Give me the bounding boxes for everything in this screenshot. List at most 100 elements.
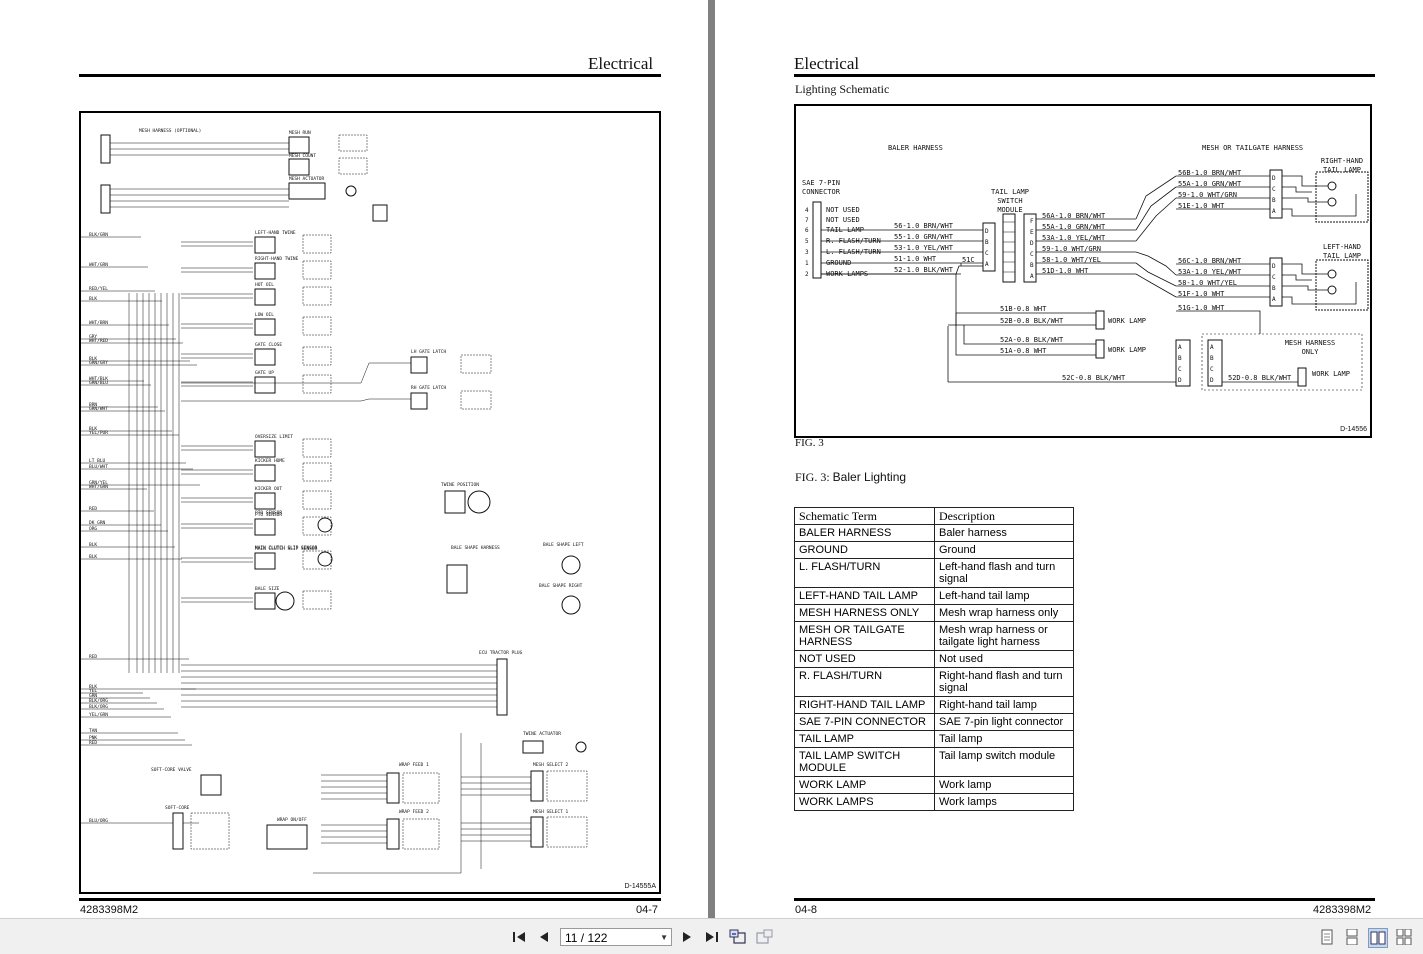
go-back-view-icon[interactable] bbox=[729, 928, 747, 946]
connector-block bbox=[254, 552, 276, 570]
column-header-term: Schematic Term bbox=[794, 507, 935, 525]
work-wire-label: 51B-0.8 WHT bbox=[1000, 305, 1047, 313]
component-label: GATE UP bbox=[255, 370, 274, 376]
term-cell: TAIL LAMP SWITCH MODULE bbox=[794, 747, 935, 777]
mesh-only-label: MESH HARNESS bbox=[1285, 339, 1336, 347]
term-cell: MESH OR TAILGATE HARNESS bbox=[794, 621, 935, 651]
table-row: GROUND Ground bbox=[794, 541, 1074, 559]
component-label: MESH SELECT 2 bbox=[533, 762, 569, 768]
lamp-pin: C bbox=[1272, 186, 1276, 193]
component-label: KICKER HOME bbox=[255, 458, 285, 464]
go-forward-view-icon[interactable] bbox=[755, 928, 773, 946]
tractor-plug-block bbox=[496, 658, 508, 716]
description-cell: Work lamps bbox=[934, 793, 1074, 811]
wire-line bbox=[1282, 274, 1312, 281]
page-number-select[interactable]: 11 / 122 ▼ bbox=[560, 928, 672, 946]
sensor-icon bbox=[467, 490, 491, 514]
connector-block bbox=[254, 288, 276, 306]
component-label: LH GATE LATCH bbox=[411, 349, 447, 355]
component-label: LEFT-HAND TWINE bbox=[255, 230, 296, 236]
module-pin: D bbox=[985, 228, 989, 235]
switch-icon bbox=[302, 234, 332, 254]
connector-block bbox=[446, 564, 468, 594]
switch-icon bbox=[302, 286, 332, 306]
term-cell: WORK LAMPS bbox=[794, 793, 935, 811]
sensor-icon bbox=[561, 555, 581, 575]
connector-block bbox=[100, 134, 111, 164]
connector-block bbox=[254, 376, 276, 394]
table-header-row: Schematic Term Description bbox=[794, 507, 1074, 525]
gear-icon bbox=[317, 551, 333, 567]
connector-block bbox=[288, 136, 310, 154]
rh-tail-lamp-box bbox=[1315, 171, 1369, 223]
lamp-pin: D bbox=[1272, 263, 1276, 270]
component-label: PTO SENSOR bbox=[255, 510, 282, 516]
component-label: BALE SHAPE HARNESS bbox=[451, 545, 500, 551]
connector-block bbox=[386, 772, 400, 804]
connector-block bbox=[522, 740, 544, 754]
connector-block bbox=[254, 464, 276, 482]
continuous-view-icon[interactable] bbox=[1343, 928, 1361, 946]
switch-icon bbox=[302, 462, 332, 482]
continuous-facing-view-icon[interactable] bbox=[1395, 928, 1413, 946]
wire-line bbox=[1135, 175, 1177, 220]
figure-caption-text: Baler Lighting bbox=[832, 470, 907, 484]
lamp-pin: D bbox=[1210, 377, 1214, 384]
pin-number: 1 bbox=[805, 260, 809, 267]
pin-number: 2 bbox=[805, 271, 809, 278]
footer-rule bbox=[794, 898, 1375, 901]
component-label: TWINE ACTUATOR bbox=[523, 731, 561, 737]
connector-block bbox=[254, 492, 276, 510]
description-cell: Work lamp bbox=[934, 776, 1074, 794]
module-output-wire: 55A-1.0 GRN/WHT bbox=[1042, 223, 1106, 231]
module-pin: D bbox=[1030, 240, 1034, 247]
switch-module-label: SWITCH bbox=[997, 197, 1022, 205]
switch-icon bbox=[302, 346, 332, 366]
schematic-terms-table: Schematic Term Description BALER HARNESS… bbox=[794, 507, 1074, 811]
sae-connector-label: SAE 7-PIN bbox=[802, 179, 840, 187]
pin-number: 3 bbox=[805, 249, 809, 256]
lh-tail-lamp-label: LEFT-HAND bbox=[1323, 243, 1361, 251]
work-wire-label: 52C-0.8 BLK/WHT bbox=[1062, 374, 1126, 382]
right-page: Electrical Lighting Schematic BALER HARN… bbox=[715, 0, 1423, 918]
table-row: TAIL LAMP SWITCH MODULE Tail lamp switch … bbox=[794, 747, 1074, 777]
table-row: NOT USED Not used bbox=[794, 650, 1074, 668]
prev-page-icon[interactable] bbox=[535, 928, 553, 946]
work-lamp-connector bbox=[1095, 339, 1105, 359]
table-row: SAE 7-PIN CONNECTOR SAE 7-pin light conne… bbox=[794, 713, 1074, 731]
footer-doc-number: 4283398M2 bbox=[1313, 904, 1372, 916]
viewer-toolbar: 11 / 122 ▼ bbox=[0, 918, 1423, 954]
connector-block bbox=[254, 262, 276, 280]
next-page-icon[interactable] bbox=[678, 928, 696, 946]
component-label: BALE SHAPE LEFT bbox=[543, 542, 584, 548]
pin-label: NOT USED bbox=[826, 216, 860, 224]
wire-line bbox=[1282, 186, 1312, 193]
switch-icon bbox=[302, 490, 332, 510]
component-label: RIGHT-HAND TWINE bbox=[255, 256, 299, 262]
connector-block bbox=[410, 392, 428, 410]
connector-block bbox=[254, 440, 276, 458]
component-label: LOW OIL bbox=[255, 312, 274, 318]
switch-icon bbox=[302, 590, 332, 610]
last-page-icon[interactable] bbox=[703, 928, 721, 946]
sae-wire-label: 52-1.0 BLK/WHT bbox=[894, 266, 954, 274]
switch-icon bbox=[338, 134, 368, 152]
lh-wire-label: 51F-1.0 WHT bbox=[1178, 290, 1225, 298]
table-row: MESH HARNESS ONLY Mesh wrap harness only bbox=[794, 604, 1074, 622]
lh-tail-lamp-label: TAIL LAMP bbox=[1323, 252, 1361, 260]
facing-pages-view-icon[interactable] bbox=[1368, 928, 1388, 948]
single-page-view-icon[interactable] bbox=[1318, 928, 1336, 946]
connector-block bbox=[200, 774, 222, 796]
wire-line bbox=[181, 362, 411, 384]
switch-icon bbox=[302, 374, 332, 394]
lamp-pin: A bbox=[1272, 208, 1276, 215]
relay-icon bbox=[402, 772, 440, 804]
header-rule bbox=[79, 74, 661, 77]
sae-wire-label: 56-1.0 BRN/WHT bbox=[894, 222, 954, 230]
first-page-icon[interactable] bbox=[510, 928, 528, 946]
figure-caption-prefix: FIG. 3: bbox=[795, 470, 830, 484]
connector-block bbox=[254, 318, 276, 336]
term-cell: SAE 7-PIN CONNECTOR bbox=[794, 713, 935, 731]
table-row: WORK LAMP Work lamp bbox=[794, 776, 1074, 794]
component-label: TWINE POSITION bbox=[441, 482, 479, 488]
